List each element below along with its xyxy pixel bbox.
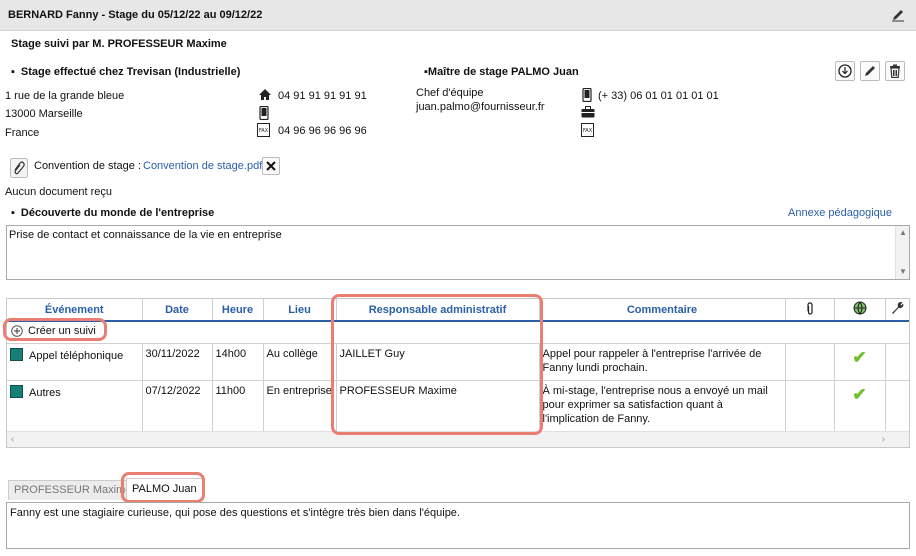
paperclip-icon — [806, 301, 813, 315]
published-cell[interactable]: ✔ — [834, 343, 886, 381]
home-phone-icon — [258, 88, 272, 104]
place-cell: Au collège — [263, 343, 337, 381]
create-row: Créer un suivi — [7, 321, 909, 344]
attachment-cell — [785, 380, 835, 436]
mobile-icon — [259, 105, 269, 123]
event-name: Autres — [29, 387, 61, 399]
company-phone: 04 91 91 91 91 91 — [278, 90, 367, 102]
col-event[interactable]: Événement — [7, 299, 143, 322]
convention-label: Convention de stage : — [34, 160, 142, 172]
place-cell: En entreprise — [263, 380, 337, 436]
events-table: Événement Date Heure Lieu Responsable ad… — [7, 299, 909, 436]
edit-title-button[interactable] — [888, 5, 908, 25]
mentor-mobile: (+ 33) 06 01 01 01 01 01 — [598, 90, 719, 102]
admin-cell: JAILLET Guy — [336, 343, 540, 381]
col-published[interactable] — [834, 299, 886, 322]
mentor-heading: ▪Maître de stage PALMO Juan — [424, 66, 579, 78]
mentor-role: Chef d'équipe — [416, 87, 484, 99]
scroll-right-icon[interactable]: › — [882, 434, 885, 445]
check-icon: ✔ — [852, 348, 867, 367]
title-bar: BERNARD Fanny - Stage du 05/12/22 au 09/… — [0, 0, 916, 31]
scroll-up-icon[interactable]: ▲ — [896, 226, 910, 240]
company-heading: Stage effectué chez Trevisan (Industriel… — [11, 66, 240, 78]
attachment-cell — [785, 343, 835, 381]
convention-file-link[interactable]: Convention de stage.pdf — [143, 160, 262, 172]
create-follow-up-label: Créer un suivi — [28, 325, 96, 337]
date-cell: 07/12/2022 — [142, 380, 213, 436]
scroll-left-icon[interactable]: ‹ — [11, 434, 14, 445]
close-icon — [266, 161, 276, 171]
page-title: BERNARD Fanny - Stage du 05/12/22 au 09/… — [8, 9, 263, 21]
company-address-line2: 13000 Marseille — [5, 108, 83, 120]
mentor-edit-button[interactable] — [860, 61, 880, 81]
pencil-icon — [865, 66, 875, 76]
mentor-mobile-icon — [582, 87, 592, 105]
svg-text:FAX: FAX — [259, 128, 269, 134]
mentor-email[interactable]: juan.palmo@fournisseur.fr — [416, 101, 545, 113]
event-cell: Appel téléphonique — [7, 343, 143, 381]
create-cell: Créer un suivi — [7, 321, 909, 344]
add-circle-icon — [11, 325, 23, 337]
company-country: France — [5, 127, 40, 139]
comment-cell: À mi-stage, l'entreprise nous a envoyé u… — [539, 380, 786, 436]
fax-icon: FAX — [257, 123, 270, 140]
discovery-textarea[interactable]: Prise de contact et connaissance de la v… — [6, 225, 910, 280]
col-settings[interactable] — [885, 299, 909, 322]
table-header-row: Événement Date Heure Lieu Responsable ad… — [7, 299, 909, 322]
pencil-icon — [892, 10, 904, 22]
mentor-heading-text: Maître de stage PALMO Juan — [427, 66, 579, 78]
mentor-delete-button[interactable] — [885, 61, 905, 81]
hour-cell: 14h00 — [212, 343, 264, 381]
table-row[interactable]: Autres 07/12/2022 11h00 En entreprise PR… — [7, 380, 909, 436]
no-documents-text: Aucun document reçu — [5, 186, 113, 198]
paperclip-icon[interactable] — [10, 158, 28, 181]
discovery-scrollbar[interactable]: ▲ ▼ — [895, 226, 909, 279]
admin-cell: PROFESSEUR Maxime — [336, 380, 540, 436]
svg-text:FAX: FAX — [583, 128, 593, 134]
discovery-heading: Découverte du monde de l'entreprise — [11, 207, 214, 219]
scroll-down-icon[interactable]: ▼ — [896, 265, 910, 279]
info-icon — [838, 64, 852, 78]
appreciation-textarea[interactable]: Fanny est une stagiaire curieuse, qui po… — [6, 502, 910, 549]
appreciation-text: Fanny est une stagiaire curieuse, qui po… — [10, 507, 460, 519]
events-panel: Événement Date Heure Lieu Responsable ad… — [6, 298, 910, 448]
horizontal-scrollbar[interactable]: ‹ › — [7, 431, 909, 447]
col-attachment[interactable] — [785, 299, 835, 322]
create-follow-up-button[interactable]: Créer un suivi — [11, 325, 96, 337]
trash-icon — [890, 64, 900, 78]
published-cell[interactable]: ✔ — [834, 380, 886, 436]
mentor-info-button[interactable] — [835, 61, 855, 81]
tab-palmo[interactable]: PALMO Juan — [126, 478, 203, 500]
annex-link[interactable]: Annexe pédagogique — [788, 207, 892, 219]
hour-cell: 11h00 — [212, 380, 264, 436]
event-name: Appel téléphonique — [29, 350, 124, 362]
delete-convention-button[interactable] — [262, 157, 280, 175]
supervisor-text: Stage suivi par M. PROFESSEUR Maxime — [11, 38, 227, 50]
company-address-line1: 1 rue de la grande bleue — [5, 90, 125, 102]
event-type-swatch — [10, 385, 23, 398]
settings-cell — [885, 380, 909, 436]
col-date[interactable]: Date — [142, 299, 213, 322]
event-cell: Autres — [7, 380, 143, 436]
mentor-fax-icon: FAX — [581, 123, 594, 140]
company-fax: 04 96 96 96 96 96 — [278, 125, 367, 137]
globe-icon — [853, 301, 866, 315]
briefcase-icon — [581, 106, 595, 121]
col-place[interactable]: Lieu — [263, 299, 337, 322]
table-row[interactable]: Appel téléphonique 30/11/2022 14h00 Au c… — [7, 343, 909, 381]
date-cell: 30/11/2022 — [142, 343, 213, 381]
col-hour[interactable]: Heure — [212, 299, 264, 322]
comment-cell: Appel pour rappeler à l'entreprise l'arr… — [539, 343, 786, 381]
check-icon: ✔ — [852, 385, 867, 404]
wrench-icon — [892, 302, 904, 314]
tab-professeur[interactable]: PROFESSEUR Maxime — [8, 480, 138, 500]
settings-cell — [885, 343, 909, 381]
col-admin[interactable]: Responsable administratif — [336, 299, 540, 322]
col-comment[interactable]: Commentaire — [539, 299, 786, 322]
event-type-swatch — [10, 348, 23, 361]
discovery-text: Prise de contact et connaissance de la v… — [9, 229, 282, 241]
